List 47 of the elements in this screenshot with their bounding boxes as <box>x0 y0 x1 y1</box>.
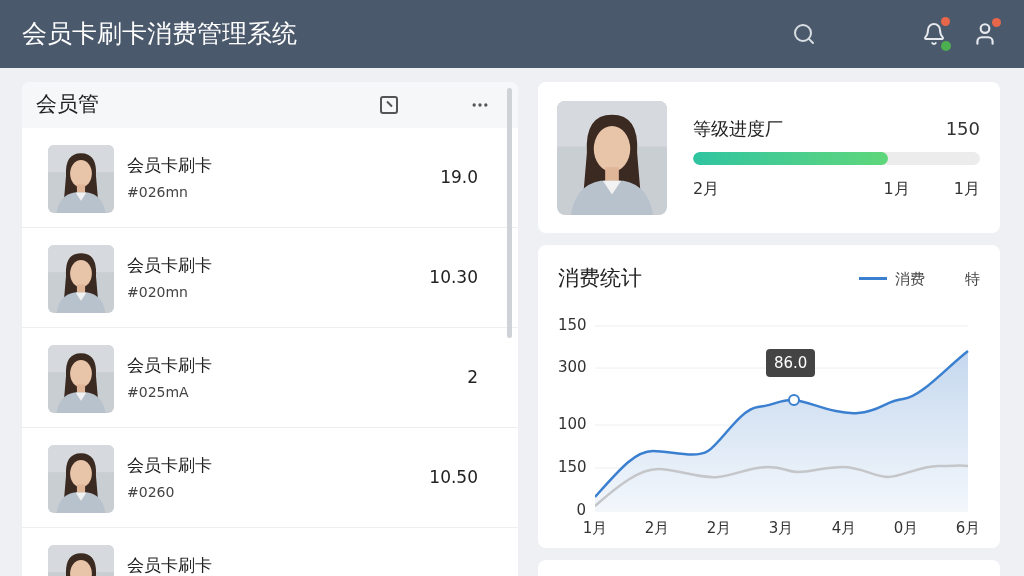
member-name: 会员卡刷卡 <box>127 156 212 174</box>
legend-label: 消费 <box>895 268 925 290</box>
panel-title: 会员管 <box>36 91 99 119</box>
y-axis-label: 150 <box>558 459 586 475</box>
x-axis-label: 6月 <box>954 517 982 539</box>
notification-badge <box>941 17 950 26</box>
member-row[interactable]: 会员卡刷卡 #020mn 10.30 <box>22 228 518 328</box>
y-axis-label: 150 <box>558 317 586 333</box>
progress-mark: 2月 <box>693 177 720 200</box>
member-name: 会员卡刷卡 <box>127 456 212 474</box>
app-title: 会员卡刷卡消费管理系统 <box>22 18 297 51</box>
tooltip: 86.0 <box>766 348 816 377</box>
member-row[interactable]: 会员卡刷卡 #025mA 2 <box>22 328 518 428</box>
data-point[interactable] <box>788 393 800 406</box>
member-name: 会员卡刷卡 <box>127 256 212 274</box>
x-axis-label: 2月 <box>705 517 733 539</box>
level-label: 等级进度厂 <box>693 116 783 141</box>
card-number: #020mn <box>127 284 189 300</box>
y-axis-label: 100 <box>558 416 586 432</box>
card-number: #025mA <box>127 384 190 400</box>
member-name: 会员卡刷卡 <box>127 356 212 374</box>
search-button[interactable] <box>792 22 816 46</box>
x-axis-label: 3月 <box>767 517 795 539</box>
level-value: 150 <box>945 116 980 141</box>
amount: 19.0 <box>440 165 478 189</box>
card-number: #0260 <box>127 484 176 500</box>
member-row[interactable]: 会员卡刷卡 <box>22 528 518 576</box>
x-axis-label: 0月 <box>892 517 920 539</box>
legend-label: 特 <box>965 268 980 290</box>
y-axis-label: 300 <box>558 359 586 375</box>
member-name: 会员卡刷卡 <box>127 556 212 574</box>
bell-icon <box>922 22 946 46</box>
card-number: #026mn <box>127 184 189 200</box>
x-axis-label: 1月 <box>581 517 609 539</box>
stats-title: 消费统计 <box>558 265 642 292</box>
x-axis-label: 4月 <box>830 517 858 539</box>
member-row[interactable]: 会员卡刷卡 #026mn 19.0 <box>22 128 518 228</box>
user-badge <box>992 18 1001 27</box>
member-row[interactable]: 会员卡刷卡 #0260 10.50 <box>22 428 518 528</box>
amount: 2 <box>467 365 478 389</box>
edit-icon[interactable] <box>380 96 398 114</box>
x-axis-label: 2月 <box>643 517 671 539</box>
progress-mark: 1月 <box>883 177 910 200</box>
amount: 10.50 <box>429 465 478 489</box>
amount: 10.30 <box>429 265 478 289</box>
y-axis-label: 0 <box>575 502 586 518</box>
progress-mark: 1月 <box>953 177 980 200</box>
